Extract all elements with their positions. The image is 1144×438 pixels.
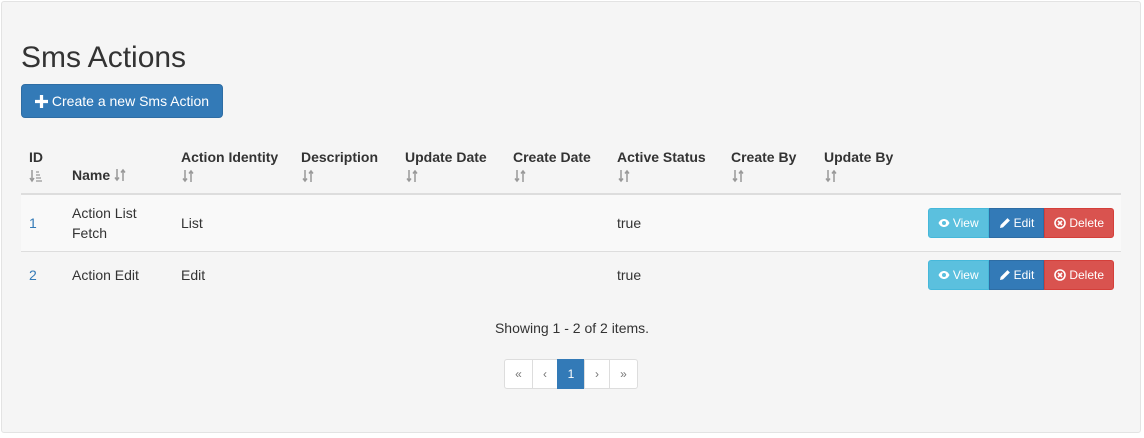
column-header-active-status[interactable]: Active Status: [609, 143, 723, 196]
row-id-link[interactable]: 2: [29, 267, 37, 283]
pencil-icon: [999, 218, 1010, 229]
sort-icon[interactable]: [301, 169, 315, 183]
column-header-description[interactable]: Description: [293, 143, 397, 196]
pagination-first[interactable]: «: [504, 359, 533, 389]
column-header-name[interactable]: Name: [64, 143, 173, 196]
delete-button[interactable]: Delete: [1044, 260, 1114, 291]
row-actions: View Edit Delete: [914, 251, 1121, 299]
sms-actions-table: ID Name Action Identity Description Upda…: [21, 143, 1121, 299]
column-header-update-by[interactable]: Update By: [816, 143, 914, 196]
sort-icon[interactable]: [513, 169, 527, 183]
sort-icon[interactable]: [113, 168, 127, 182]
edit-button[interactable]: Edit: [988, 260, 1045, 291]
cell-active-status: true: [609, 193, 723, 252]
pagination: « ‹ 1 › »: [504, 359, 638, 389]
remove-circle-icon: [1054, 269, 1067, 282]
content-panel: Sms Actions Create a new Sms Action ID N…: [1, 1, 1141, 433]
pencil-icon: [999, 270, 1010, 281]
eye-icon: [938, 219, 950, 228]
cell-update-by: [816, 251, 914, 299]
cell-name: Action Edit: [64, 251, 173, 299]
table-row: 2 Action Edit Edit true View Edit Delete: [21, 251, 1121, 299]
sort-icon[interactable]: [731, 169, 745, 183]
sort-icon[interactable]: [617, 169, 631, 183]
create-sms-action-button[interactable]: Create a new Sms Action: [21, 84, 223, 118]
cell-update-date: [397, 193, 505, 252]
table-row: 1 Action List Fetch List true View Edit …: [21, 193, 1121, 252]
cell-create-by: [723, 193, 816, 252]
row-id-link[interactable]: 1: [29, 215, 37, 231]
pagination-page-current[interactable]: 1: [557, 359, 585, 389]
eye-icon: [938, 271, 950, 280]
page-title: Sms Actions: [21, 41, 187, 74]
delete-button[interactable]: Delete: [1044, 208, 1114, 239]
remove-circle-icon: [1054, 217, 1067, 230]
cell-description: [293, 193, 397, 252]
pagination-next[interactable]: ›: [584, 359, 610, 389]
column-header-update-date[interactable]: Update Date: [397, 143, 505, 196]
cell-action-identity: List: [173, 193, 293, 252]
create-button-label: Create a new Sms Action: [51, 93, 210, 109]
sort-icon[interactable]: [405, 169, 419, 183]
view-button[interactable]: View: [927, 208, 989, 239]
cell-active-status: true: [609, 251, 723, 299]
cell-name: Action List Fetch: [64, 193, 173, 252]
plus-icon: [34, 94, 48, 108]
column-header-create-by[interactable]: Create By: [723, 143, 816, 196]
view-button[interactable]: View: [927, 260, 989, 291]
cell-update-date: [397, 251, 505, 299]
column-header-create-date[interactable]: Create Date: [505, 143, 609, 196]
column-header-actions: [914, 143, 1121, 196]
cell-create-date: [505, 251, 609, 299]
edit-button[interactable]: Edit: [988, 208, 1045, 239]
row-actions: View Edit Delete: [914, 193, 1121, 252]
cell-action-identity: Edit: [173, 251, 293, 299]
column-header-id[interactable]: ID: [21, 143, 64, 196]
sort-asc-icon[interactable]: [29, 169, 43, 183]
column-header-action-identity[interactable]: Action Identity: [173, 143, 293, 196]
cell-create-date: [505, 193, 609, 252]
sort-icon[interactable]: [824, 169, 838, 183]
cell-description: [293, 251, 397, 299]
cell-create-by: [723, 251, 816, 299]
cell-update-by: [816, 193, 914, 252]
pagination-last[interactable]: »: [609, 359, 638, 389]
sort-icon[interactable]: [181, 169, 195, 183]
results-summary: Showing 1 - 2 of 2 items.: [494, 320, 650, 336]
pagination-prev[interactable]: ‹: [532, 359, 558, 389]
